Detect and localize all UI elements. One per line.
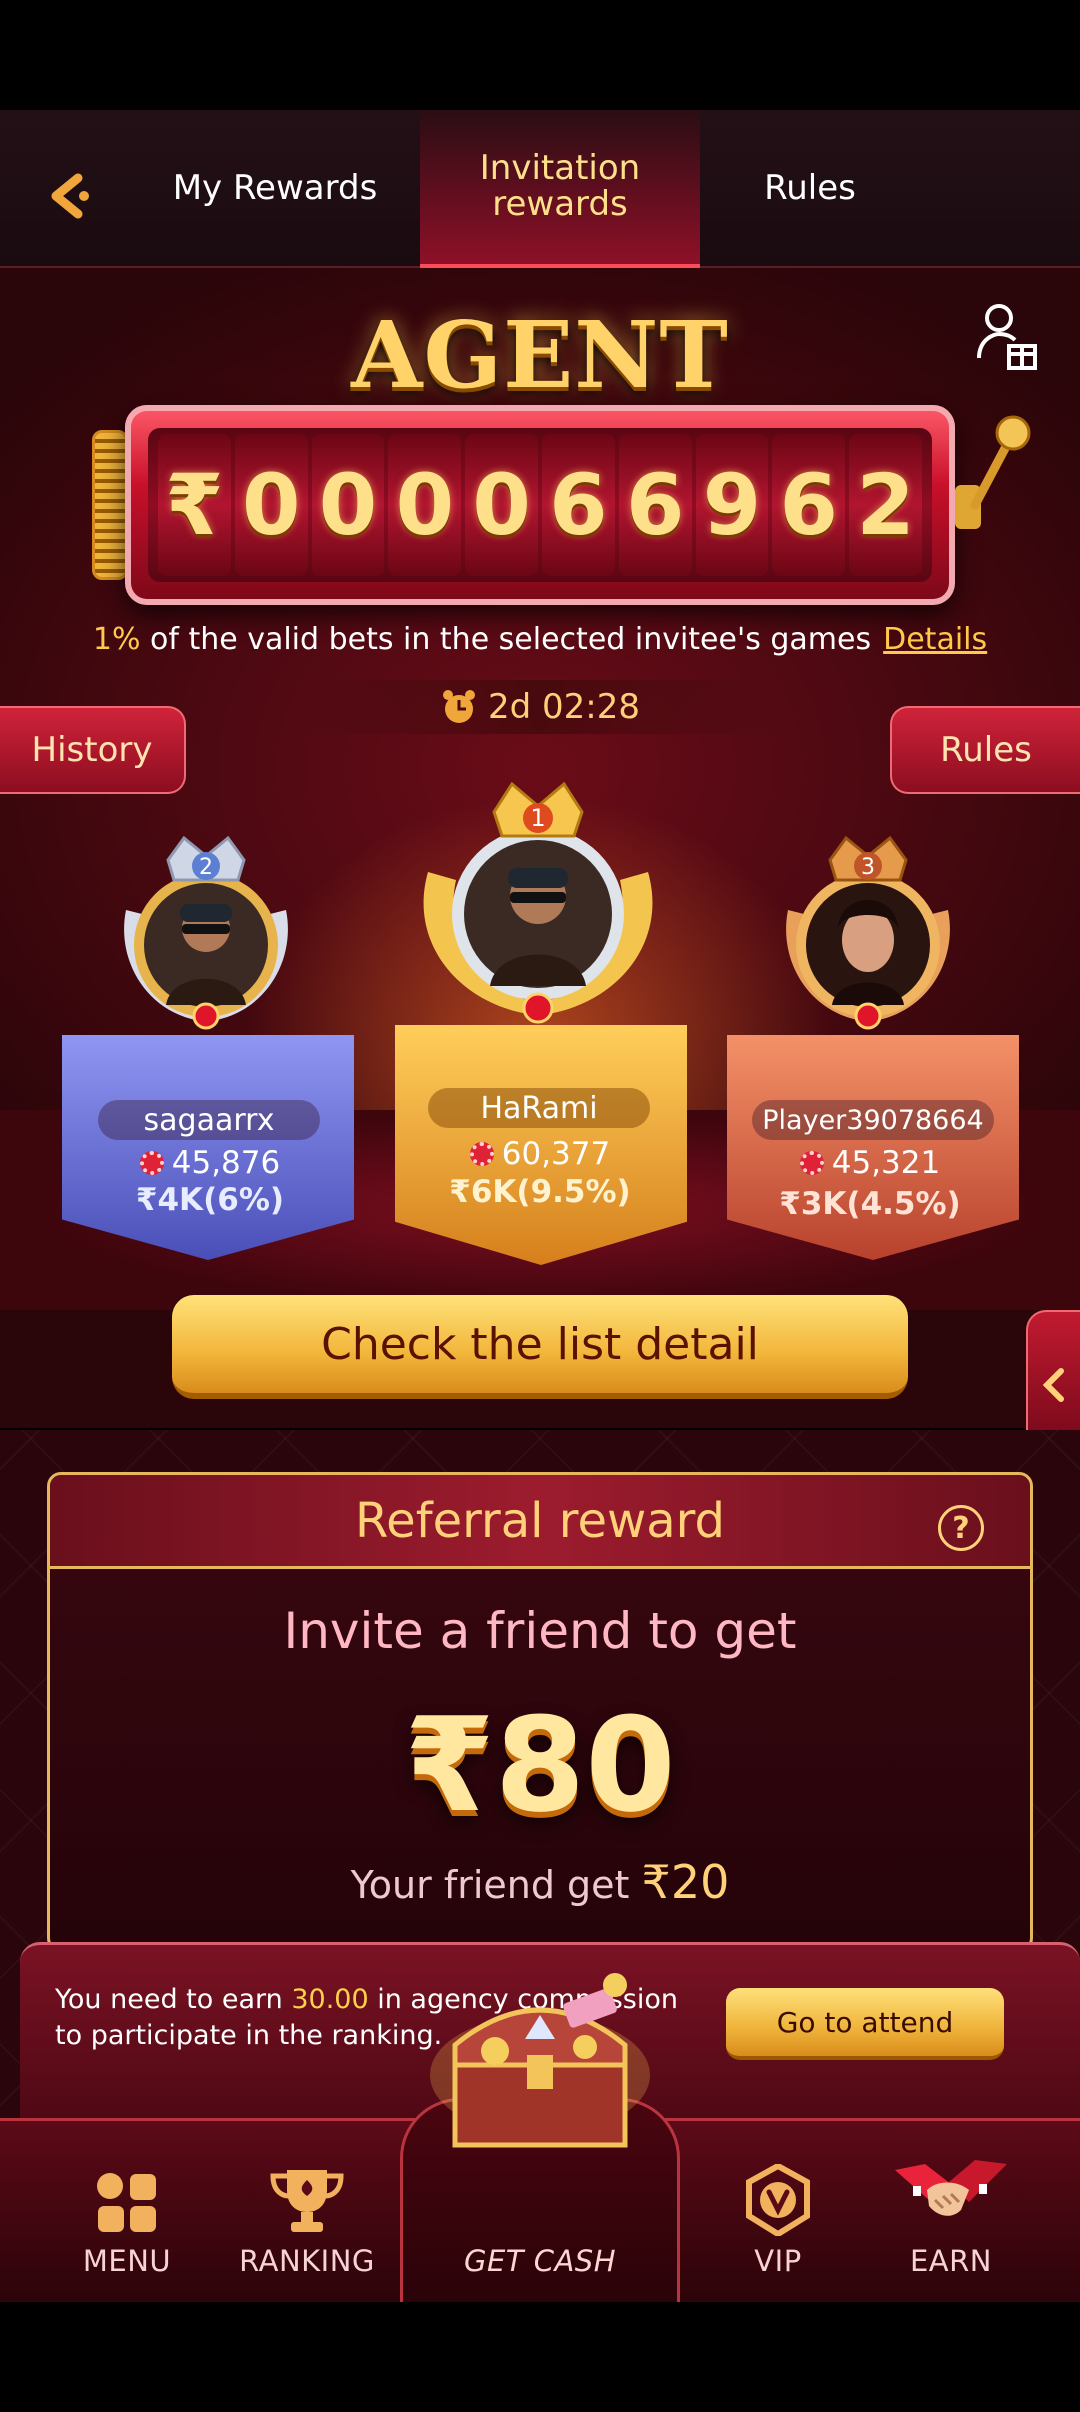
timer-value: 2d 02:28 xyxy=(487,687,640,727)
back-button[interactable] xyxy=(34,160,106,232)
jackpot-counter: ₹ 0 0 0 0 6 6 9 6 2 xyxy=(148,428,932,582)
friend-reward-text: Your friend get xyxy=(350,1863,630,1907)
jackpot-digit: 0 xyxy=(388,434,462,576)
rank-2-name: sagaarrx xyxy=(98,1100,320,1140)
status-bar xyxy=(0,0,1080,110)
menu-grid-icon xyxy=(97,2173,156,2232)
info-text: of the valid bets in the selected invite… xyxy=(140,622,872,657)
chip-icon xyxy=(139,1151,164,1175)
referral-header: Referral reward xyxy=(50,1475,1030,1569)
notice-text-before: You need to earn xyxy=(55,1984,292,2015)
system-navigation-bar xyxy=(0,2302,1080,2412)
rank-2-share: ₹4K(6%) xyxy=(135,1182,285,1218)
friend-reward-line: Your friend get ₹20 xyxy=(50,1855,1030,1909)
friend-reward-amount: ₹20 xyxy=(641,1855,730,1909)
jackpot-digit: 6 xyxy=(618,434,692,576)
jackpot-info-line: 1% of the valid bets in the selected inv… xyxy=(0,622,1080,657)
jackpot-title: AGENT JACKPOT xyxy=(294,301,786,519)
rank-3-name: Player39078664 xyxy=(752,1100,994,1140)
rank-1-avatar[interactable]: 1 xyxy=(398,772,678,1032)
jackpot-digit: 6 xyxy=(541,434,615,576)
rank-3-number: 3 xyxy=(861,855,875,880)
agent-gift-icon[interactable] xyxy=(975,302,1039,372)
rank-2-number: 2 xyxy=(199,855,213,880)
handshake-icon xyxy=(895,2160,1007,2216)
invite-reward-amount: ₹80 xyxy=(404,1689,676,1841)
jackpot-digit: 0 xyxy=(465,434,538,576)
notice-amount: 30.00 xyxy=(291,1984,369,2015)
nav-earn[interactable]: EARN xyxy=(866,2128,1036,2278)
details-link[interactable]: Details xyxy=(883,622,987,657)
chip-icon xyxy=(799,1151,824,1175)
tab-my-rewards[interactable]: My Rewards xyxy=(150,110,400,268)
rank-1-name: HaRami xyxy=(428,1088,650,1128)
jackpot-digit: 0 xyxy=(234,434,308,576)
rank-1-number: 1 xyxy=(530,804,545,832)
rank-3-share: ₹3K(4.5%) xyxy=(779,1186,961,1222)
trophy-icon xyxy=(270,2170,344,2232)
jackpot-digit: 6 xyxy=(772,434,846,576)
nav-ranking[interactable]: RANKING xyxy=(222,2128,392,2278)
help-icon[interactable]: ? xyxy=(938,1505,984,1551)
jackpot-digit: 2 xyxy=(849,434,922,576)
currency-symbol: ₹ xyxy=(158,434,231,576)
info-percent: 1% xyxy=(92,622,141,657)
check-list-detail-button[interactable]: Check the list detail xyxy=(172,1295,908,1399)
nav-get-cash[interactable]: GET CASH xyxy=(455,2128,625,2278)
nav-menu[interactable]: MENU xyxy=(42,2128,212,2278)
rank-3-score: 45,321 xyxy=(740,1145,1000,1181)
rank-3-avatar[interactable]: 3 xyxy=(758,820,978,1040)
jackpot-digit: 9 xyxy=(695,434,769,576)
rank-3-score-value: 45,321 xyxy=(831,1145,941,1181)
nav-earn-label: EARN xyxy=(909,2244,992,2278)
nav-vip[interactable]: VIP xyxy=(693,2128,863,2278)
vip-badge-icon xyxy=(746,2164,810,2236)
nav-vip-label: VIP xyxy=(754,2244,802,2278)
rank-1-score: 60,377 xyxy=(410,1136,670,1172)
slot-spring-decoration xyxy=(92,430,128,580)
go-to-attend-button[interactable]: Go to attend xyxy=(726,1988,1004,2060)
nav-get-cash-label: GET CASH xyxy=(463,2244,617,2278)
countdown-timer: 2d 02:28 xyxy=(300,680,780,734)
rank-2-avatar[interactable]: 2 xyxy=(96,820,316,1040)
rules-side-button[interactable]: Rules xyxy=(890,706,1080,794)
jackpot-digit: 0 xyxy=(311,434,385,576)
rank-2-score-value: 45,876 xyxy=(171,1145,281,1181)
tab-rules[interactable]: Rules xyxy=(700,110,920,268)
history-button[interactable]: History xyxy=(0,706,186,794)
chevron-left-icon xyxy=(1042,1368,1064,1402)
nav-ranking-label: RANKING xyxy=(239,2244,375,2278)
chip-icon xyxy=(469,1142,494,1166)
top-tab-bar: My Rewards Invitation rewards Rules xyxy=(0,110,1080,268)
back-arrow-icon xyxy=(51,173,89,219)
tab-invitation-rewards-label: Invitation rewards xyxy=(479,148,641,224)
rank-1-score-value: 60,377 xyxy=(501,1136,611,1172)
tab-invitation-rewards[interactable]: Invitation rewards xyxy=(420,110,700,268)
alarm-clock-icon xyxy=(442,690,475,723)
nav-menu-label: MENU xyxy=(82,2244,172,2278)
rank-1-share: ₹6K(9.5%) xyxy=(449,1174,631,1210)
rank-2-score: 45,876 xyxy=(80,1145,340,1181)
slot-lever-icon xyxy=(955,415,1031,529)
invite-text: Invite a friend to get xyxy=(283,1602,797,1660)
